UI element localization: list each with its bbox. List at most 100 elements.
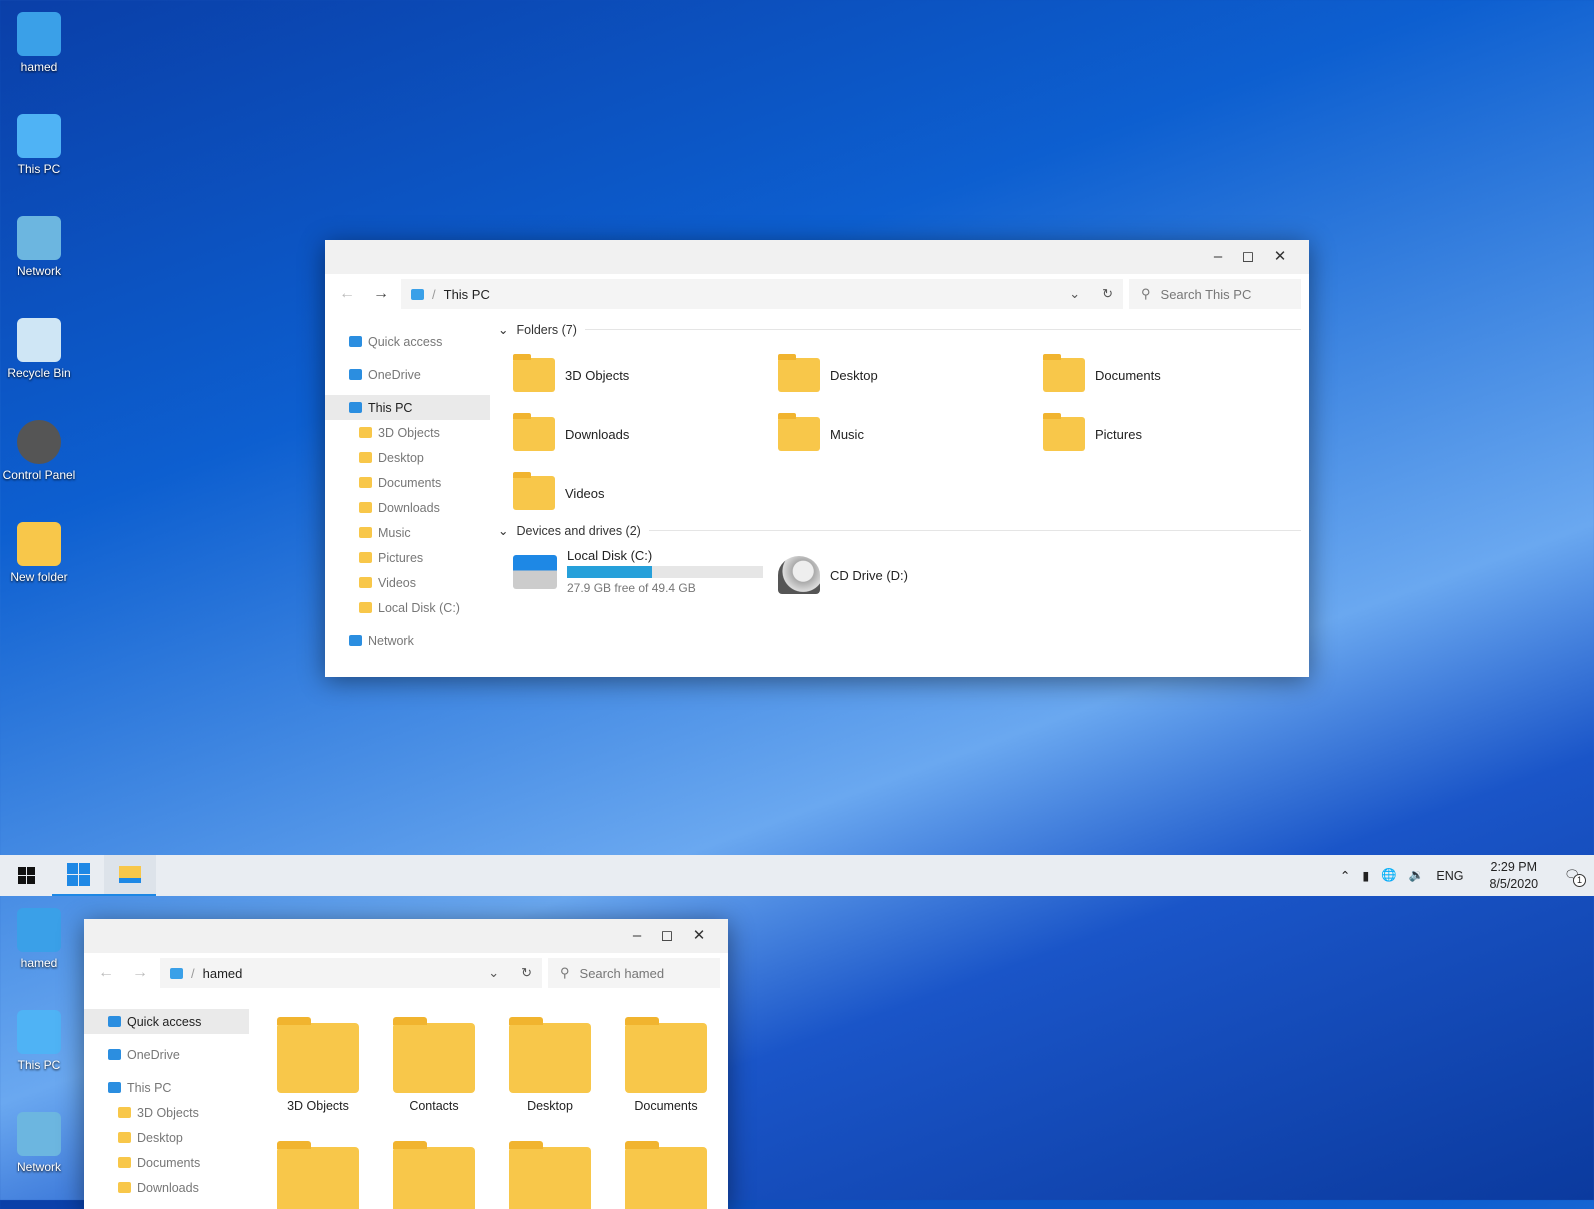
- drive-c[interactable]: Local Disk (C:) 27.9 GB free of 49.4 GB: [513, 548, 763, 595]
- nav-icon: [108, 1082, 121, 1093]
- sidebar-item[interactable]: Documents: [84, 1150, 249, 1175]
- search-icon: ⚲: [1141, 286, 1151, 301]
- folder-icon: [513, 413, 555, 451]
- folder-item[interactable]: 3D Objects: [513, 354, 629, 392]
- desktop-icon[interactable]: This PC: [0, 1010, 78, 1072]
- drive-name: Local Disk (C:): [567, 548, 653, 563]
- file-explorer-icon: [119, 866, 141, 883]
- chevron-down-icon[interactable]: ⌄: [1069, 286, 1080, 302]
- sidebar-item[interactable]: Quick access: [84, 1009, 249, 1034]
- address-text: hamed: [202, 965, 243, 981]
- navigation-pane: Quick access OneDrive This PC 3D Objects Des…: [325, 329, 490, 653]
- folder-item[interactable]: Downloads: [513, 413, 629, 451]
- forward-button[interactable]: →: [126, 964, 154, 982]
- action-center-button[interactable]: 🗨 1: [1564, 868, 1586, 887]
- sidebar-item[interactable]: Network: [325, 628, 490, 653]
- refresh-button[interactable]: ↻: [521, 965, 532, 981]
- taskbar-file-explorer[interactable]: [104, 855, 156, 896]
- battery-icon[interactable]: ▮: [1362, 868, 1369, 883]
- address-bar[interactable]: / This PC ⌄ ↻: [401, 279, 1123, 309]
- title-bar[interactable]: – ◻ ✕: [325, 240, 1309, 274]
- nav-icon: [108, 1049, 121, 1060]
- clock[interactable]: 2:29 PM 8/5/2020: [1489, 859, 1538, 893]
- minimize-button[interactable]: –: [1203, 246, 1233, 268]
- desktop-icon[interactable]: hamed: [0, 12, 78, 74]
- search-input[interactable]: ⚲ Search hamed: [548, 958, 720, 988]
- nav-icon: [349, 336, 362, 347]
- monitor-icon: [17, 114, 61, 158]
- sidebar-item[interactable]: This PC: [325, 395, 490, 420]
- language-indicator[interactable]: ENG: [1436, 869, 1463, 883]
- drive-free-space: 27.9 GB free of 49.4 GB: [567, 581, 696, 595]
- hamed-window: – ◻ ✕ ← → / hamed ⌄ ↻ ⚲ Search hamed Quic…: [84, 919, 728, 1209]
- desktop-icon[interactable]: Control Panel: [0, 420, 78, 482]
- sidebar-item[interactable]: Documents: [325, 470, 490, 495]
- show-hidden-icons-button[interactable]: ⌃: [1340, 868, 1350, 883]
- folder-item[interactable]: Videos: [513, 472, 605, 510]
- maximize-button[interactable]: ◻: [1233, 246, 1263, 268]
- windows-color-logo-icon: [66, 863, 90, 886]
- sidebar-item[interactable]: OneDrive: [84, 1042, 249, 1067]
- search-placeholder: Search This PC: [1160, 286, 1252, 302]
- monitor-icon: [411, 288, 424, 300]
- desktop-icon[interactable]: Recycle Bin: [0, 318, 78, 380]
- sidebar-item[interactable]: Downloads: [325, 495, 490, 520]
- volume-icon[interactable]: 🔉: [1409, 868, 1425, 883]
- drive-d[interactable]: CD Drive (D:): [778, 556, 908, 594]
- folder-item[interactable]: Contacts: [386, 1017, 482, 1113]
- folder-icon: [359, 427, 372, 438]
- desktop-icon[interactable]: This PC: [0, 114, 78, 176]
- desktop-icon[interactable]: Network: [0, 1112, 78, 1174]
- desktop-icon[interactable]: hamed: [0, 908, 78, 970]
- folder-item[interactable]: 3D Objects: [270, 1017, 366, 1113]
- sidebar-item[interactable]: Videos: [325, 570, 490, 595]
- globe-network-icon[interactable]: 🌐: [1381, 868, 1397, 883]
- title-bar[interactable]: – ◻ ✕: [84, 919, 728, 953]
- back-button[interactable]: ←: [92, 964, 120, 982]
- folder-icon: [1043, 413, 1085, 451]
- folder-item[interactable]: Pictures: [1043, 413, 1142, 451]
- start-button[interactable]: [0, 855, 52, 896]
- user-folder-icon: [17, 12, 61, 56]
- folder-icon: [513, 354, 555, 392]
- address-bar[interactable]: / hamed ⌄ ↻: [160, 958, 542, 988]
- sidebar-item[interactable]: Downloads: [84, 1175, 249, 1200]
- close-button[interactable]: ✕: [684, 925, 714, 947]
- folder-icon: [778, 413, 820, 451]
- sidebar-item[interactable]: Desktop: [84, 1125, 249, 1150]
- sidebar-item[interactable]: 3D Objects: [84, 1100, 249, 1125]
- folder-item[interactable]: Documents: [1043, 354, 1161, 392]
- devices-group-header[interactable]: ⌄ Devices and drives (2): [498, 523, 1301, 538]
- windows-logo-icon: [17, 867, 35, 884]
- folder-item[interactable]: Desktop: [778, 354, 878, 392]
- refresh-button[interactable]: ↻: [1102, 286, 1113, 302]
- navigation-pane: Quick access OneDrive This PC 3D Objects Des…: [84, 1009, 249, 1200]
- chevron-down-icon[interactable]: ⌄: [488, 965, 499, 981]
- sidebar-item[interactable]: OneDrive: [325, 362, 490, 387]
- folder-icon: [359, 452, 372, 463]
- back-button[interactable]: ←: [333, 285, 361, 303]
- sidebar-item[interactable]: Music: [325, 520, 490, 545]
- desktop-icon[interactable]: Network: [0, 216, 78, 278]
- minimize-button[interactable]: –: [622, 925, 652, 947]
- folder-item[interactable]: Music: [778, 413, 864, 451]
- folder-item[interactable]: Documents: [618, 1017, 714, 1113]
- sidebar-item[interactable]: Local Disk (C:): [325, 595, 490, 620]
- sidebar-item[interactable]: This PC: [84, 1075, 249, 1100]
- sidebar-item[interactable]: Quick access: [325, 329, 490, 354]
- search-input[interactable]: ⚲ Search This PC: [1129, 279, 1301, 309]
- nav-icon: [349, 369, 362, 380]
- folder-icon: [118, 1107, 131, 1118]
- desktop-icon[interactable]: New folder: [0, 522, 78, 584]
- maximize-button[interactable]: ◻: [652, 925, 682, 947]
- close-button[interactable]: ✕: [1265, 246, 1295, 268]
- taskbar-windows-app[interactable]: [52, 855, 104, 896]
- sidebar-item[interactable]: Desktop: [325, 445, 490, 470]
- sidebar-item[interactable]: 3D Objects: [325, 420, 490, 445]
- sidebar-item[interactable]: Pictures: [325, 545, 490, 570]
- folder-icon: [118, 1132, 131, 1143]
- folders-group-header[interactable]: ⌄ Folders (7): [498, 322, 1301, 337]
- folder-item[interactable]: Desktop: [502, 1017, 598, 1113]
- forward-button[interactable]: →: [367, 285, 395, 303]
- address-text: This PC: [443, 286, 490, 302]
